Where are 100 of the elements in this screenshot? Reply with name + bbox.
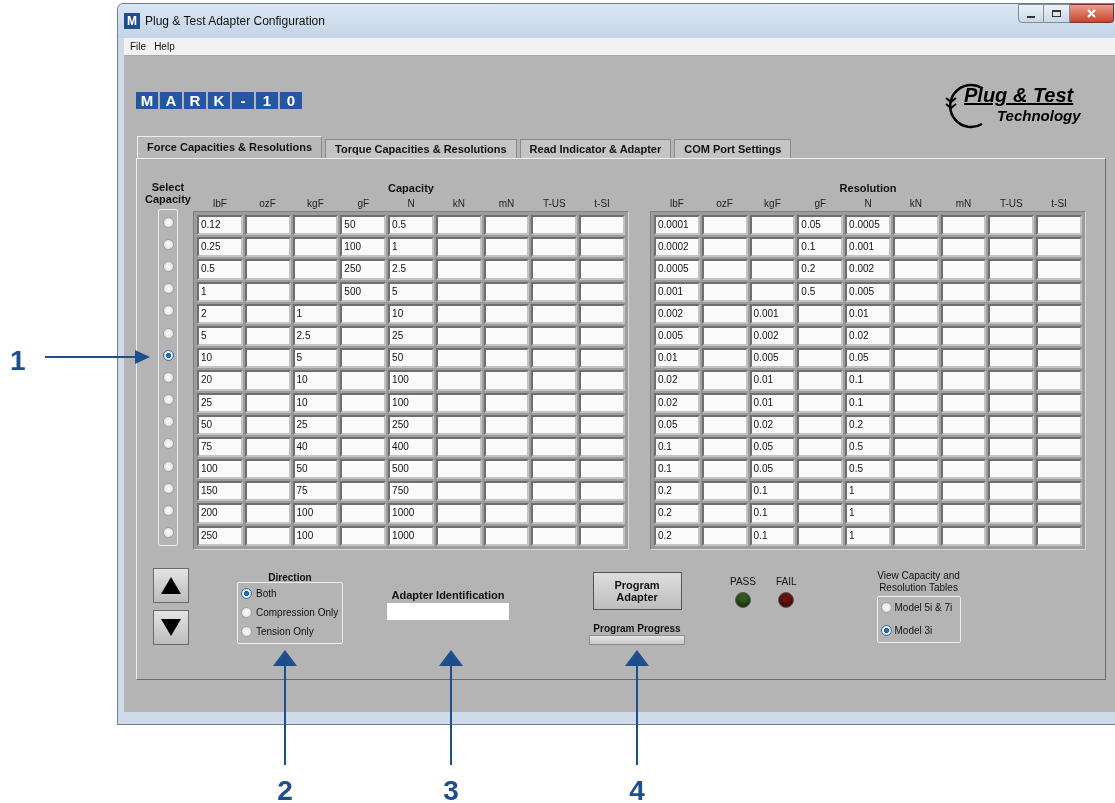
scroll-up-button[interactable] [153,567,189,603]
tab[interactable]: Torque Capacities & Resolutions [325,139,517,158]
table-cell: 75 [292,481,339,502]
tab[interactable]: COM Port Settings [674,139,792,158]
table-cell [701,481,748,502]
table-cell [531,237,578,258]
radio-button[interactable] [241,626,252,638]
table-cell [292,237,339,258]
radio-button[interactable] [162,482,174,494]
column-header: N [864,196,872,211]
table-cell: 0.005 [845,281,891,302]
table-cell [1036,459,1082,480]
radio-button[interactable] [162,505,174,517]
tab[interactable]: Force Capacities & Resolutions [137,136,323,158]
radio-button[interactable] [162,327,174,339]
table-cell [244,436,291,458]
radio-button[interactable] [241,607,252,619]
triangle-up-icon [161,576,181,594]
minimize-button[interactable] [1018,4,1044,23]
scroll-down-button[interactable] [153,609,189,645]
indicator-label: PASS [730,575,756,588]
table-cell [435,325,482,347]
table-cell [701,348,748,369]
table-cell: 0.02 [749,414,796,435]
radio-button[interactable] [162,527,174,539]
radio-button[interactable] [162,371,174,383]
table-cell: 0.01 [654,348,700,369]
table-cell [988,348,1035,369]
radio-button[interactable] [162,283,174,295]
table-cell: 0.001 [749,303,796,324]
table-cell [797,436,844,458]
table-cell [435,481,482,502]
table-cell [988,370,1035,391]
radio-button[interactable] [162,394,174,406]
radio-button[interactable] [162,260,174,272]
input-field[interactable] [387,603,509,621]
table-cell: 50 [292,459,339,480]
table-cell [892,392,939,413]
table-cell [244,481,291,502]
table-cell: 2 [197,303,243,324]
radio-button[interactable] [162,349,174,361]
table-cell [1036,237,1082,258]
table-cell [701,436,748,458]
menu-item[interactable]: File [130,39,147,54]
column-header: lbF [669,196,684,211]
table-cell [531,503,578,524]
table-cell: 0.5 [388,215,434,236]
table-cell: 5 [292,348,339,369]
table-cell [940,325,987,347]
table-cell: 0.1 [749,481,796,502]
table-cell [340,436,387,458]
table-cell [1036,303,1082,324]
table-cell [797,414,844,435]
maximize-button[interactable] [1044,4,1070,23]
table-cell [892,503,939,524]
close-button[interactable] [1070,4,1114,23]
radio-button[interactable] [880,625,892,637]
table-cell [435,436,482,458]
table-cell [531,348,578,369]
table-cell: 0.2 [654,481,700,502]
radio-button[interactable] [241,588,252,600]
radio-button[interactable] [162,438,174,450]
table-cell [340,303,387,324]
table-cell: 1 [388,237,434,258]
radio-button[interactable] [162,238,174,250]
table-cell: 0.002 [654,303,700,324]
radio-button[interactable] [880,602,892,614]
radio-button[interactable] [162,416,174,428]
column-header: gF [357,196,370,211]
table-cell [892,259,939,280]
table-cell [797,303,844,324]
table-cell [435,237,482,258]
tab[interactable]: Read Indicator & Adapter [519,139,672,158]
table-cell [340,459,387,480]
table-cell [531,325,578,347]
table-cell [340,370,387,391]
table-cell: 0.0005 [845,215,891,236]
menu-item[interactable]: Help [154,39,175,54]
table-cell [892,303,939,324]
table-cell [435,281,482,302]
table-cell: 0.1 [845,392,891,413]
table-cell: 0.05 [845,348,891,369]
table-cell: 750 [388,481,434,502]
table-cell [988,459,1035,480]
table-cell [988,525,1035,546]
table-cell [797,348,844,369]
table-cell: 0.1 [654,436,700,458]
table-cell [892,414,939,435]
column-header: kN [909,196,922,211]
table-cell [988,325,1035,347]
logo-letter: A [160,92,182,109]
program-button[interactable]: Program Adapter [592,571,682,610]
table-cell [340,348,387,369]
radio-button[interactable] [162,305,174,317]
radio-button[interactable] [162,460,174,472]
table-cell [244,348,291,369]
table-cell: 0.2 [845,414,891,435]
radio-button[interactable] [162,216,174,228]
table-cell [435,348,482,369]
table-cell [940,459,987,480]
